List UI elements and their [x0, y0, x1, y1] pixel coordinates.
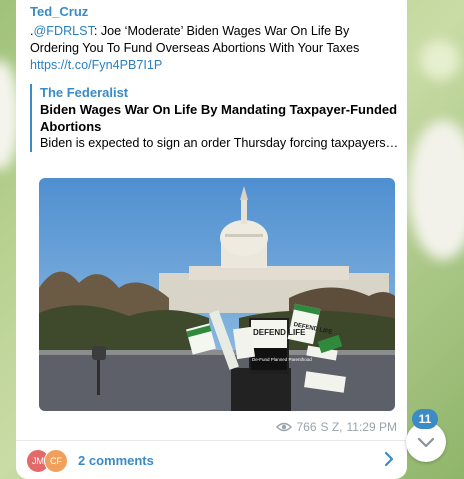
- view-count: 766: [296, 420, 317, 434]
- preview-title: Biden Wages War On Life By Mandating Tax…: [40, 102, 398, 134]
- sender-name[interactable]: Ted_Cruz: [30, 4, 88, 19]
- url-link[interactable]: https://t.co/Fyn4PB7I1P: [30, 58, 162, 72]
- post-time: 11:29 PM: [346, 420, 397, 434]
- sign-defend-life-1: DEFEND LIFE: [253, 328, 306, 337]
- preview-site-name: The Federalist: [40, 85, 129, 100]
- preview-photo[interactable]: DEFEND LIFE DEFEND LIFE De-Fund Planned …: [39, 178, 395, 411]
- comments-link[interactable]: 2 comments: [78, 453, 154, 468]
- background-flower-right: [408, 120, 464, 260]
- link-preview[interactable]: The Federalist Biden Wages War On Life B…: [30, 84, 400, 152]
- message-meta: 766 S Z, 11:29 PM: [276, 420, 397, 434]
- background-highlight: [420, 40, 460, 80]
- sign-defund-planned-parenthood: De-Fund Planned Parenthood: [252, 357, 312, 362]
- eye-icon: [276, 422, 293, 432]
- capitol-photo: DEFEND LIFE DEFEND LIFE De-Fund Planned …: [39, 178, 395, 411]
- avatar: CF: [44, 449, 68, 473]
- message-text: .@FDRLST: Joe ‘Moderate’ Biden Wages War…: [30, 23, 398, 74]
- post-author: S Z,: [320, 420, 343, 434]
- message-bubble: Ted_Cruz .@FDRLST: Joe ‘Moderate’ Biden …: [16, 0, 407, 479]
- unread-count-badge: 11: [412, 409, 438, 429]
- mention-link[interactable]: @FDRLST: [34, 24, 94, 38]
- chevron-right-icon: [384, 451, 394, 467]
- preview-description: Biden is expected to sign an order Thurs…: [40, 136, 400, 150]
- chevron-down-icon: [417, 437, 435, 448]
- comments-row[interactable]: JM CF 2 comments: [16, 441, 407, 479]
